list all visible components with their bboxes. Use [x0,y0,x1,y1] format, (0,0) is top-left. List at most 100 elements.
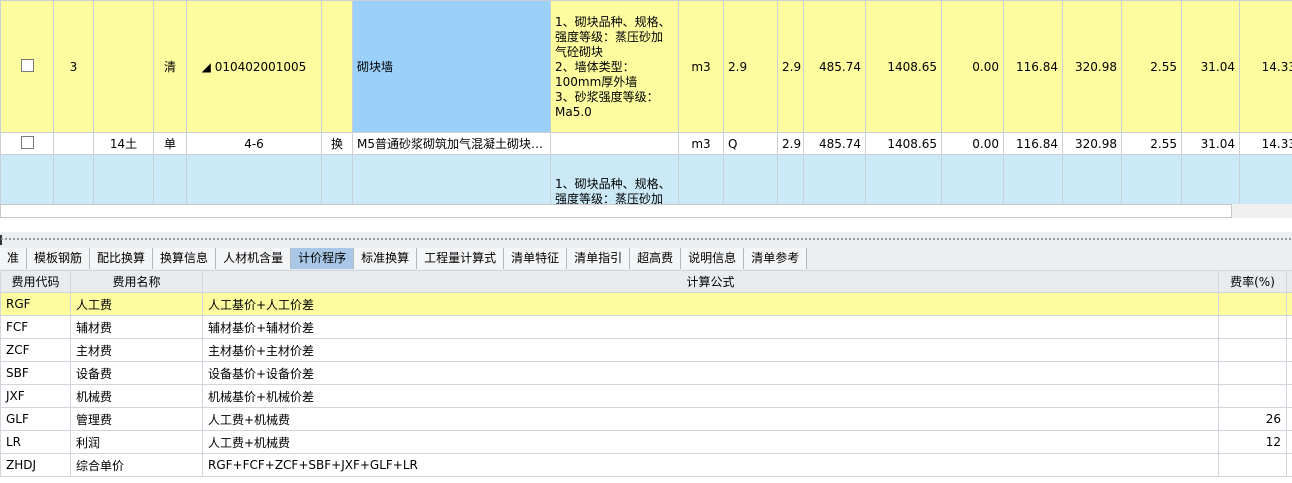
material-cost: 320.98 [1062,0,1122,133]
row-number [53,132,94,155]
fee-formula[interactable]: 人工基价+人工价差 [202,292,1219,316]
fee-formula[interactable]: 人工费+机械费 [202,407,1219,431]
fee-name[interactable]: 管理费 [70,407,203,431]
item-name[interactable]: M5普通砂浆砌筑加气混凝土砌块… [352,132,551,155]
tab-3[interactable]: 换算信息 [153,248,217,269]
fee-formula[interactable]: 机械基价+机械价差 [202,384,1219,408]
tab-4[interactable]: 人材机含量 [216,248,292,269]
value-col: 0.00 [941,132,1004,155]
fee-formula[interactable]: 人工费+机械费 [202,430,1219,454]
table-row[interactable]: ZHDJ 综合单价 RGF+FCF+ZCF+SBF+JXF+GLF+LR [0,453,1292,477]
quantity-expr[interactable]: Q [723,132,778,155]
tab-7[interactable]: 工程量计算式 [417,248,505,269]
spacer [0,218,1292,232]
fee-code[interactable]: SBF [0,361,71,385]
header-name[interactable]: 费用名称 [70,270,203,293]
unit: m3 [678,0,724,133]
fee-formula[interactable]: 设备基价+设备价差 [202,361,1219,385]
fee-program-panel: 费用代码 费用名称 计算公式 费率(%) RGF 人工费 人工基价+人工价差 FCF 辅… [0,270,1292,483]
fee-code[interactable]: GLF [0,407,71,431]
tab-9[interactable]: 清单指引 [567,248,631,269]
fee-formula[interactable]: 主材基价+主材价差 [202,338,1219,362]
tab-11[interactable]: 说明信息 [681,248,745,269]
huan-flag [321,0,353,133]
item-code[interactable]: 4-6 [186,132,322,155]
table-row[interactable]: JXF 机械费 机械基价+机械价差 [0,384,1292,408]
fee-rate[interactable]: 26 [1218,407,1287,431]
fee-code[interactable]: ZHDJ [0,453,71,477]
unit-price: 485.74 [803,0,866,133]
item-feature[interactable] [550,132,679,155]
fee-name[interactable]: 主材费 [70,338,203,362]
table-row[interactable]: FCF 辅材费 辅材基价+辅材价差 [0,315,1292,339]
tab-10[interactable]: 超高费 [630,248,682,269]
value-col: 14.33 [1239,0,1292,133]
fee-code[interactable]: JXF [0,384,71,408]
code-prefix: 14土 [93,132,154,155]
value-col: 0.00 [941,0,1004,133]
item-kind: 清 [153,0,187,133]
item-code[interactable]: ◢ 010402001005 [186,0,322,133]
fee-name[interactable]: 利润 [70,430,203,454]
code-prefix [93,0,154,133]
fee-name[interactable]: 设备费 [70,361,203,385]
table-row[interactable]: LR 利润 人工费+机械费 12 [0,430,1292,454]
table-row[interactable]: RGF 人工费 人工基价+人工价差 [0,292,1292,316]
item-feature[interactable]: 1、砌块品种、规格、强度等级：蒸压砂加气 [550,154,679,204]
value-col: 14.33 [1239,132,1292,155]
item-name[interactable]: 砌块墙 [352,0,551,133]
table-row[interactable]: 14土 单 4-6 换 M5普通砂浆砌筑加气混凝土砌块… m3 Q 2.9 48… [0,132,1292,155]
fee-rate[interactable] [1218,361,1287,385]
table-row[interactable]: ZCF 主材费 主材基价+主材价差 [0,338,1292,362]
pane-splitter[interactable] [0,232,1292,248]
quantity-expr[interactable]: 2.9 [723,0,778,133]
fee-code[interactable]: ZCF [0,338,71,362]
huan-flag: 换 [321,132,353,155]
header-rate[interactable]: 费率(%) [1218,270,1287,293]
tab-5[interactable]: 计价程序 [291,248,355,269]
table-row[interactable]: SBF 设备费 设备基价+设备价差 [0,361,1292,385]
fee-rate[interactable] [1218,338,1287,362]
quantity: 2.9 [777,132,804,155]
value-col: 31.04 [1181,0,1240,133]
header-formula[interactable]: 计算公式 [202,270,1219,293]
table-row[interactable]: 3 清 ◢ 010402001005 砌块墙 1、砌块品种、规格、强度等级：蒸压… [0,0,1292,133]
tab-0[interactable]: 准 [0,248,28,269]
fee-name[interactable]: 机械费 [70,384,203,408]
tab-6[interactable]: 标准换算 [354,248,418,269]
total-price: 1408.65 [865,0,942,133]
fee-formula[interactable]: RGF+FCF+ZCF+SBF+JXF+GLF+LR [202,453,1219,477]
tab-1[interactable]: 模板钢筋 [27,248,91,269]
unit: m3 [678,132,724,155]
fee-rate[interactable] [1218,453,1287,477]
fee-name[interactable]: 辅材费 [70,315,203,339]
fee-name[interactable]: 综合单价 [70,453,203,477]
machine-cost: 2.55 [1121,0,1182,133]
table-row[interactable]: GLF 管理费 人工费+机械费 26 [0,407,1292,431]
row-checkbox[interactable] [0,132,54,155]
fee-code[interactable]: LR [0,430,71,454]
table-row[interactable]: 1、砌块品种、规格、强度等级：蒸压砂加气 [0,154,1292,204]
fee-table: 费用代码 费用名称 计算公式 费率(%) RGF 人工费 人工基价+人工价差 FCF 辅… [0,270,1292,477]
row-checkbox[interactable] [0,0,54,133]
horizontal-scrollbar[interactable] [0,204,1232,218]
fee-rate[interactable] [1218,292,1287,316]
grip-dots-icon [0,237,1292,241]
item-feature[interactable]: 1、砌块品种、规格、强度等级：蒸压砂加气砼砌块 2、墙体类型：100mm厚外墙 … [550,0,679,133]
fee-rate[interactable]: 12 [1218,430,1287,454]
fee-name[interactable]: 人工费 [70,292,203,316]
tab-12[interactable]: 清单参考 [744,248,808,269]
fee-code[interactable]: RGF [0,292,71,316]
feature-text: 1、砌块品种、规格、强度等级：蒸压砂加气 [555,177,671,204]
header-code[interactable]: 费用代码 [0,270,71,293]
unit-price: 485.74 [803,132,866,155]
fee-rate[interactable] [1218,384,1287,408]
fee-formula[interactable]: 辅材基价+辅材价差 [202,315,1219,339]
tab-2[interactable]: 配比换算 [90,248,154,269]
tab-8[interactable]: 清单特征 [504,248,568,269]
scrollbar-corner [1232,204,1292,218]
bill-grid: 3 清 ◢ 010402001005 砌块墙 1、砌块品种、规格、强度等级：蒸压… [0,0,1292,204]
row-number: 3 [53,0,94,133]
fee-rate[interactable] [1218,315,1287,339]
fee-code[interactable]: FCF [0,315,71,339]
